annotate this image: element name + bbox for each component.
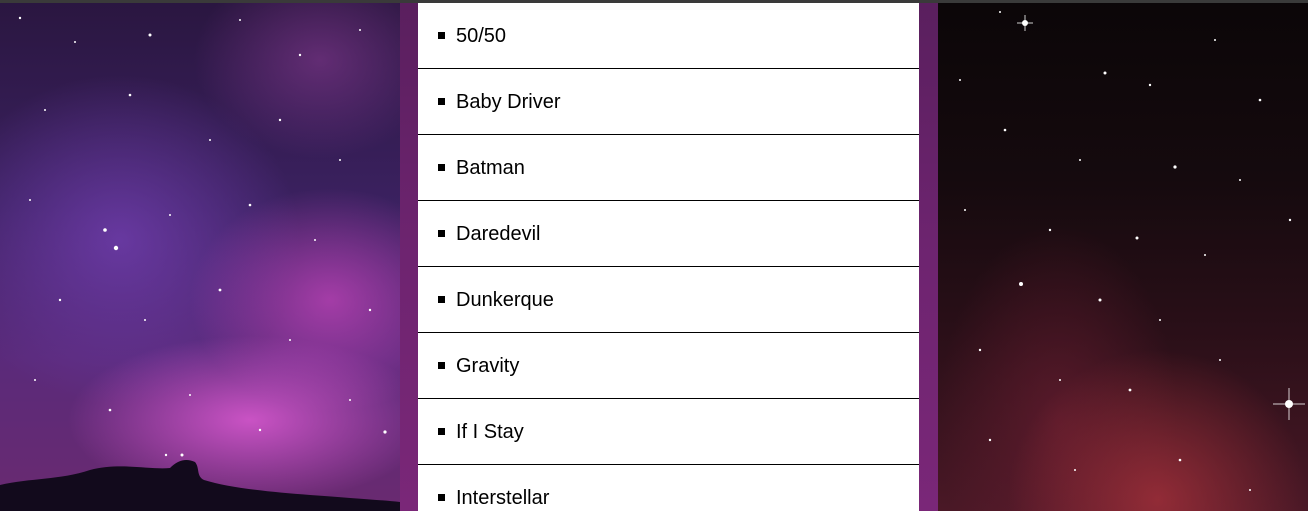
nebula-background: [0, 0, 400, 511]
list-item[interactable]: Daredevil: [418, 201, 919, 267]
square-bullet-icon: [438, 164, 445, 171]
movie-title: Interstellar: [456, 487, 550, 509]
movie-title: Gravity: [456, 355, 520, 377]
page: 50/50 Baby Driver Batman Daredevil Dunke…: [0, 0, 1308, 511]
movie-list: 50/50 Baby Driver Batman Daredevil Dunke…: [418, 3, 919, 511]
movie-title: If I Stay: [456, 421, 524, 443]
browser-top-edge: [0, 0, 1308, 3]
square-bullet-icon: [438, 494, 445, 501]
square-bullet-icon: [438, 296, 445, 303]
square-bullet-icon: [438, 362, 445, 369]
square-bullet-icon: [438, 98, 445, 105]
starfield-background: [938, 0, 1308, 511]
list-item[interactable]: Batman: [418, 135, 919, 201]
square-bullet-icon: [438, 32, 445, 39]
list-item[interactable]: Dunkerque: [418, 267, 919, 333]
movie-title: 50/50: [456, 25, 507, 47]
list-item[interactable]: Interstellar: [418, 465, 919, 511]
movie-title: Daredevil: [456, 223, 541, 245]
horsehead-nebula-silhouette: [0, 460, 400, 511]
list-item[interactable]: 50/50: [418, 3, 919, 69]
movie-title: Dunkerque: [456, 289, 554, 311]
square-bullet-icon: [438, 428, 445, 435]
movie-title: Baby Driver: [456, 91, 561, 113]
movie-title: Batman: [456, 157, 525, 179]
list-item[interactable]: Gravity: [418, 333, 919, 399]
list-item[interactable]: If I Stay: [418, 399, 919, 465]
square-bullet-icon: [438, 230, 445, 237]
list-item[interactable]: Baby Driver: [418, 69, 919, 135]
